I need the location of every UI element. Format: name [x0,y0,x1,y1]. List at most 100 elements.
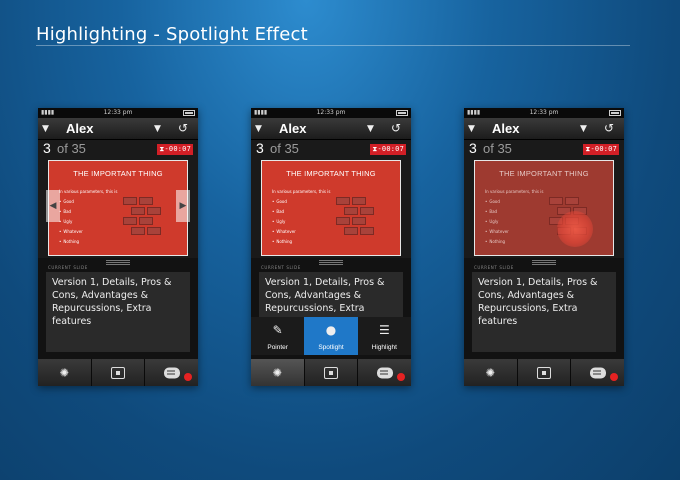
chat-icon [589,367,606,378]
slide-area: THE IMPORTANT THING In various parameter… [464,158,624,258]
bottom-toolbar: ✺ [38,359,198,386]
slide-title: THE IMPORTANT THING [499,169,589,178]
contact-dropdown-icon[interactable]: ▼ [580,124,587,134]
settings-gear-icon: ✺ [59,366,69,379]
highlight-lines-icon: ☰ [378,323,390,337]
chat-icon [163,367,180,378]
list-item: Whatever [59,229,82,239]
settings-gear-icon: ✺ [272,366,282,379]
spotlight-icon: ● [325,323,337,337]
header-bar: ▼ Alex ▼ ↺ [251,118,411,140]
speaker-notes[interactable]: Version 1, Details, Pros & Cons, Advanta… [259,272,403,318]
back-icon[interactable]: ↺ [604,121,614,135]
chat-button[interactable] [144,359,198,386]
list-item: Good [272,199,296,209]
lock-button[interactable] [90,359,145,386]
list-item: Nothing [272,239,296,249]
list-item: Nothing [59,239,83,249]
back-icon[interactable]: ↺ [178,121,188,135]
speaker-notes[interactable]: Version 1, Details, Pros & Cons, Advanta… [46,272,190,352]
drag-handle[interactable] [532,260,556,266]
list-item: Ugly [272,219,296,229]
contact-dropdown-icon[interactable]: ▼ [154,124,161,134]
phone-screen-spotlight: ▮▮▮▮ 12:33 pm ▼ Alex ▼ ↺ 3 of 35 ⧗-00:07… [464,108,624,386]
slide-bullets: Good Bad Ugly Whatever Nothing [272,199,296,249]
list-item: Whatever [272,229,295,239]
slide-intro: In various parameters, this is [485,189,544,194]
notes-text: Version 1, Details, Pros & Cons, Advanta… [52,277,172,327]
list-item: Whatever [485,229,508,239]
lock-icon [324,366,338,379]
settings-button[interactable]: ✺ [464,359,517,386]
title-divider [36,45,630,46]
chat-button[interactable] [357,359,411,386]
slide-intro: In various parameters, this is [59,189,118,194]
menu-dropdown-icon[interactable]: ▼ [468,124,475,134]
current-slide-number: 3 [469,140,477,156]
list-item: Good [485,199,509,209]
slide-area: THE IMPORTANT THING In various parameter… [251,158,411,258]
drag-handle[interactable] [106,260,130,266]
notification-badge [184,373,193,381]
status-bar: ▮▮▮▮ 12:33 pm [464,108,624,118]
list-item: Ugly [59,219,83,229]
chat-button[interactable] [570,359,624,386]
bottom-toolbar: ✺ [251,359,411,386]
status-bar: ▮▮▮▮ 12:33 pm [38,108,198,118]
slide-area: THE IMPORTANT THING In various parameter… [38,158,198,258]
lock-button[interactable] [303,359,358,386]
list-item: Good [59,199,83,209]
settings-gear-icon: ✺ [485,366,495,379]
prev-slide-arrow-icon[interactable]: ◀ [46,190,60,222]
spotlight-tool-button[interactable]: ● Spotlight [304,317,358,355]
slide-preview[interactable]: THE IMPORTANT THING In various parameter… [474,160,614,256]
slide-preview[interactable]: THE IMPORTANT THING In various parameter… [48,160,188,256]
contact-dropdown-icon[interactable]: ▼ [367,124,374,134]
slide-total: of 35 [57,141,86,156]
brick-illustration [119,193,169,241]
highlight-tools-menu: ✎ Pointer ● Spotlight ☰ Highlight [251,317,411,355]
menu-dropdown-icon[interactable]: ▼ [42,124,49,134]
speaker-notes[interactable]: Version 1, Details, Pros & Cons, Advanta… [472,272,616,352]
pointer-tool-button[interactable]: ✎ Pointer [251,317,304,355]
list-item: Bad [272,209,296,219]
slide-bullets: Good Bad Ugly Whatever Nothing [59,199,83,249]
slide-bullets: Good Bad Ugly Whatever Nothing [485,199,509,249]
current-slide-label: CURRENT SLIDE [474,265,514,270]
notification-badge [610,373,619,381]
slide-total: of 35 [270,141,299,156]
slide-total: of 35 [483,141,512,156]
contact-name: Alex [279,121,307,136]
phone-screen-tool-menu: ▮▮▮▮ 12:33 pm ▼ Alex ▼ ↺ 3 of 35 ⧗-00:07… [251,108,411,386]
slide-counter-row: 3 of 35 ⧗-00:07 [38,140,198,158]
contact-name: Alex [492,121,520,136]
menu-dropdown-icon[interactable]: ▼ [255,124,262,134]
spotlight-circle[interactable] [557,211,593,247]
back-icon[interactable]: ↺ [391,121,401,135]
status-bar: ▮▮▮▮ 12:33 pm [251,108,411,118]
drag-handle[interactable] [319,260,343,266]
slide-counter-row: 3 of 35 ⧗-00:07 [251,140,411,158]
list-item: Bad [485,209,509,219]
slide-preview[interactable]: THE IMPORTANT THING In various parameter… [261,160,401,256]
timer-badge: ⧗-00:07 [583,144,619,155]
settings-button[interactable]: ✺ [251,359,304,386]
tool-label: Pointer [267,344,288,351]
bottom-toolbar: ✺ [464,359,624,386]
contact-name: Alex [66,121,94,136]
list-item: Ugly [485,219,509,229]
current-slide-label: CURRENT SLIDE [261,265,301,270]
lock-icon [537,366,551,379]
tool-label: Highlight [371,344,397,351]
clock: 12:33 pm [529,109,559,116]
list-item: Nothing [485,239,509,249]
settings-button[interactable]: ✺ [38,359,91,386]
timer-badge: ⧗-00:07 [370,144,406,155]
highlight-tool-button[interactable]: ☰ Highlight [358,317,411,355]
clock: 12:33 pm [103,109,133,116]
page-title: Highlighting - Spotlight Effect [36,24,308,45]
next-slide-arrow-icon[interactable]: ▶ [176,190,190,222]
header-bar: ▼ Alex ▼ ↺ [464,118,624,140]
lock-button[interactable] [516,359,571,386]
header-bar: ▼ Alex ▼ ↺ [38,118,198,140]
